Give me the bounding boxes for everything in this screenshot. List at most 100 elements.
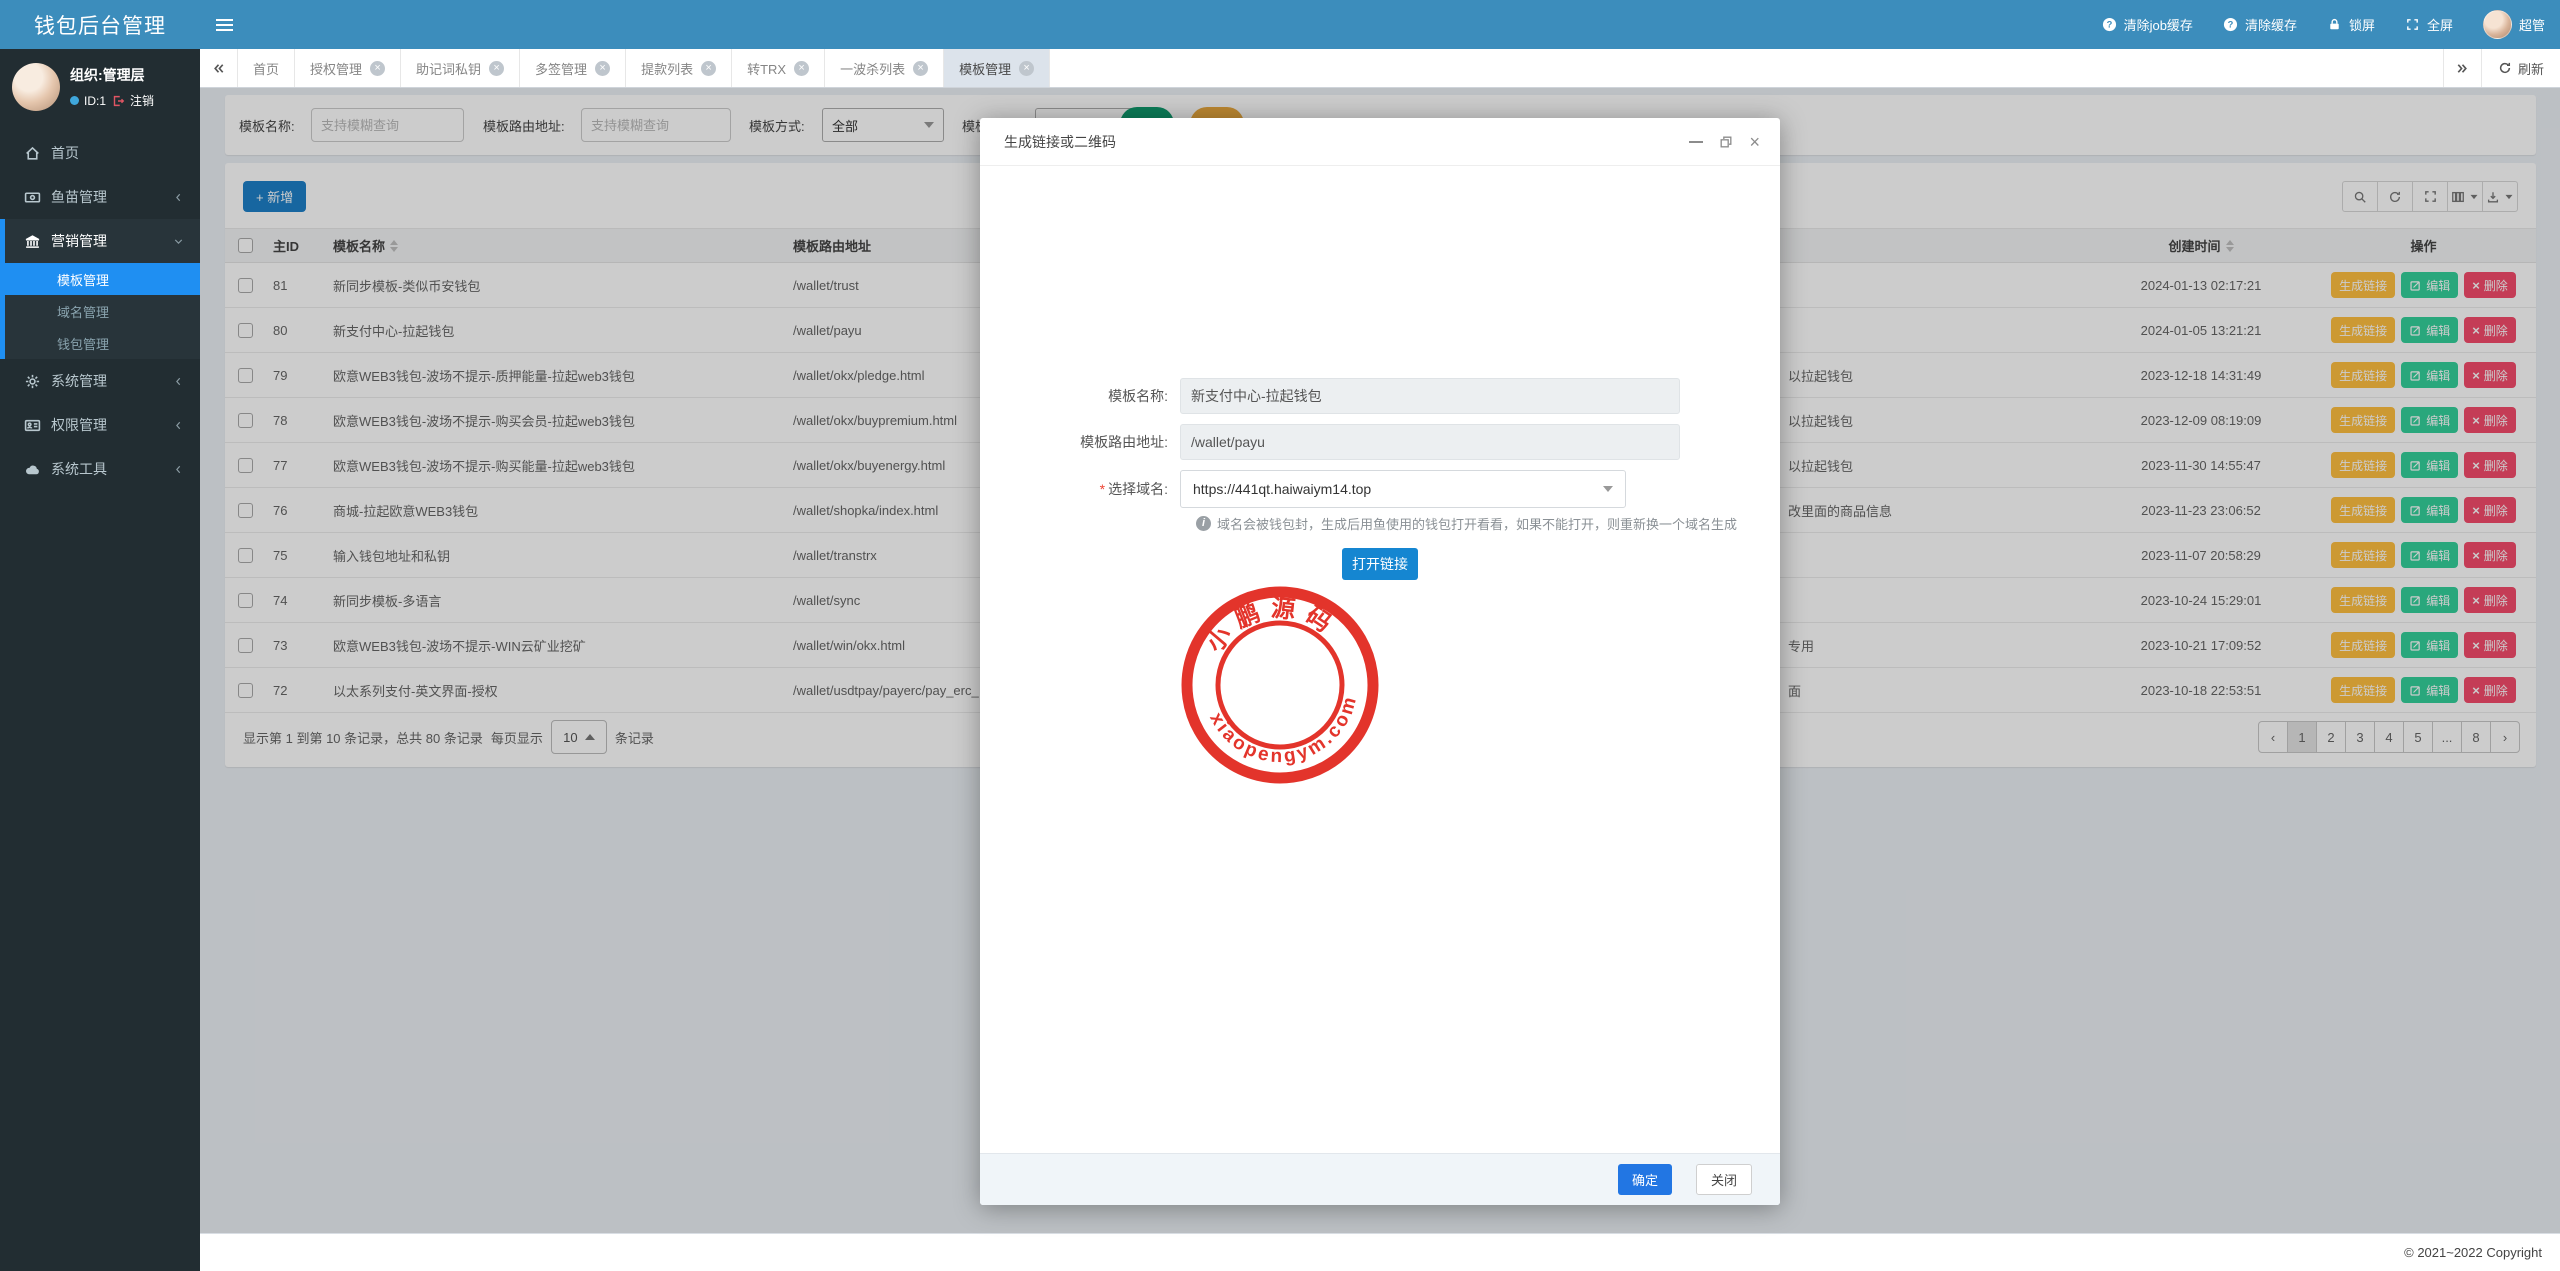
tab-提款列表[interactable]: 提款列表 ×: [626, 49, 732, 87]
topnav-label: 锁屏: [2349, 15, 2375, 34]
chevron-down-icon: [172, 235, 185, 248]
tab-模板管理[interactable]: 模板管理 ×: [944, 49, 1050, 87]
sidebar-item-系统管理[interactable]: 系统管理: [0, 359, 200, 403]
field-domain-label: *选择域名:: [1004, 479, 1180, 499]
online-dot-icon: [70, 96, 79, 105]
tab-授权管理[interactable]: 授权管理 ×: [295, 49, 401, 87]
tab-close-icon[interactable]: ×: [489, 61, 504, 76]
info-icon: i: [1196, 516, 1211, 531]
copyright: © 2021~2022 Copyright: [2404, 1245, 2542, 1260]
lock-icon: [2327, 17, 2342, 32]
watermark-stamp: 小鹏源码 xiaopengym.com: [1167, 572, 1393, 798]
close-button[interactable]: 关闭: [1696, 1164, 1752, 1195]
close-icon[interactable]: ×: [1749, 133, 1760, 151]
sidebar-item-label: 权限管理: [51, 415, 107, 435]
tab-首页[interactable]: 首页: [238, 49, 295, 87]
tab-多签管理[interactable]: 多签管理×: [520, 49, 626, 87]
refresh-label: 刷新: [2518, 59, 2544, 78]
topnav-label: 清除job缓存: [2124, 15, 2193, 34]
logout-link[interactable]: 注销: [130, 92, 154, 109]
avatar: [2483, 10, 2512, 39]
tab-close-icon[interactable]: ×: [794, 61, 809, 76]
tab-助记词私钥[interactable]: 助记词私钥 ×: [401, 49, 520, 87]
topnav-超管[interactable]: 超管: [2468, 0, 2560, 49]
sidebar-item-首页[interactable]: 首页: [0, 131, 200, 175]
domain-select-value: https://441qt.haiwaiym14.top: [1193, 481, 1371, 497]
tab-close-icon[interactable]: ×: [913, 61, 928, 76]
confirm-button[interactable]: 确定: [1618, 1164, 1672, 1195]
topnav-全屏[interactable]: 全屏: [2390, 0, 2468, 49]
page-footer: © 2021~2022 Copyright: [200, 1233, 2560, 1271]
sidebar-toggle-button[interactable]: [200, 0, 248, 49]
logout-icon: [111, 94, 125, 108]
tabs-scroll-left-button[interactable]: [200, 49, 238, 87]
maximize-icon[interactable]: [1719, 135, 1733, 149]
svg-text:?: ?: [2228, 20, 2234, 30]
sidebar-item-label: 营销管理: [51, 231, 107, 251]
tab-一波杀列表[interactable]: 一波杀列表×: [825, 49, 944, 87]
user-org: 组织:管理层: [70, 65, 154, 85]
tab-close-icon[interactable]: ×: [1019, 61, 1034, 76]
minimize-icon[interactable]: [1689, 141, 1703, 143]
sidebar-item-label: 系统工具: [51, 459, 107, 479]
topnav-label: 全屏: [2427, 15, 2453, 34]
tab-close-icon[interactable]: ×: [595, 61, 610, 76]
tab-close-icon[interactable]: ×: [370, 61, 385, 76]
topnav-锁屏[interactable]: 锁屏: [2312, 0, 2390, 49]
tab-label: 模板管理: [959, 59, 1011, 78]
topnav: ? 清除job缓存? 清除缓存 锁屏 全屏 超管: [2087, 0, 2560, 49]
sidebar-item-label: 系统管理: [51, 371, 107, 391]
home-icon: [24, 145, 41, 162]
chevron-left-icon: [172, 191, 185, 204]
chevron-left-icon: [172, 419, 185, 432]
sidebar-menu: 首页鱼苗管理营销管理模板管理域名管理钱包管理系统管理权限管理系统工具: [0, 131, 200, 491]
fullscreen-icon: [2405, 17, 2420, 32]
sidebar-item-权限管理[interactable]: 权限管理: [0, 403, 200, 447]
question-circle-icon: ?: [2223, 17, 2238, 32]
sidebar-item-label: 鱼苗管理: [51, 187, 107, 207]
tab-转TRX[interactable]: 转TRX ×: [732, 49, 825, 87]
sidebar-group-active: 营销管理模板管理域名管理钱包管理: [0, 219, 200, 359]
sidebar-item-系统工具[interactable]: 系统工具: [0, 447, 200, 491]
sidebar-item-鱼苗管理[interactable]: 鱼苗管理: [0, 175, 200, 219]
user-panel: 组织:管理层 ID:1 注销: [0, 49, 200, 125]
domain-hint: i 域名会被钱包封，生成后用鱼使用的钱包打开看看，如果不能打开，则重新换一个域名…: [1196, 514, 1737, 533]
tab-close-icon[interactable]: ×: [701, 61, 716, 76]
dialog-header: 生成链接或二维码 ×: [980, 118, 1780, 166]
field-route-value: /wallet/payu: [1180, 424, 1680, 460]
tab-label: 提款列表: [641, 59, 693, 78]
topnav-label: 超管: [2519, 15, 2545, 34]
dialog-footer: 确定 关闭: [980, 1153, 1780, 1205]
question-circle-icon: ?: [2102, 17, 2117, 32]
tab-label: 授权管理: [310, 59, 362, 78]
cloud-icon: [24, 461, 41, 478]
user-id: ID:1: [84, 94, 106, 108]
topnav-label: 清除缓存: [2245, 15, 2297, 34]
dialog-title: 生成链接或二维码: [1004, 132, 1116, 152]
avatar: [12, 63, 60, 111]
tabs-scroll-right-button[interactable]: [2443, 49, 2481, 87]
domain-select[interactable]: https://441qt.haiwaiym14.top: [1180, 470, 1626, 508]
topnav-清除缓存[interactable]: ? 清除缓存: [2208, 0, 2312, 49]
money-icon: [24, 189, 41, 206]
field-route-label: 模板路由地址:: [1004, 432, 1180, 452]
tab-label: 转TRX: [747, 59, 786, 78]
sidebar-subitem-模板管理[interactable]: 模板管理: [5, 263, 200, 295]
chevron-down-icon: [1603, 486, 1613, 492]
sidebar-subitem-钱包管理[interactable]: 钱包管理: [5, 327, 200, 359]
gear-icon: [24, 373, 41, 390]
topnav-清除job缓存[interactable]: ? 清除job缓存: [2087, 0, 2208, 49]
tab-refresh-button[interactable]: 刷新: [2481, 49, 2560, 87]
id-card-icon: [24, 417, 41, 434]
top-bar: 钱包后台管理 ?清除job缓存?清除缓存锁屏全屏超管: [0, 0, 2560, 49]
sidebar-item-营销管理[interactable]: 营销管理: [5, 219, 200, 263]
chevron-left-icon: [172, 463, 185, 476]
dialog-body: 模板名称: 新支付中心-拉起钱包 模板路由地址: /wallet/payu *选…: [980, 166, 1780, 1153]
sidebar-subitem-域名管理[interactable]: 域名管理: [5, 295, 200, 327]
sidebar-item-label: 首页: [51, 143, 79, 163]
tab-label: 助记词私钥: [416, 59, 481, 78]
sidebar: 组织:管理层 ID:1 注销 首页鱼苗管理营销管理模板管理域名管理钱包管理系统管…: [0, 49, 200, 1271]
field-name-label: 模板名称:: [1004, 386, 1180, 406]
chevron-left-icon: [172, 375, 185, 388]
bank-icon: [24, 233, 41, 250]
